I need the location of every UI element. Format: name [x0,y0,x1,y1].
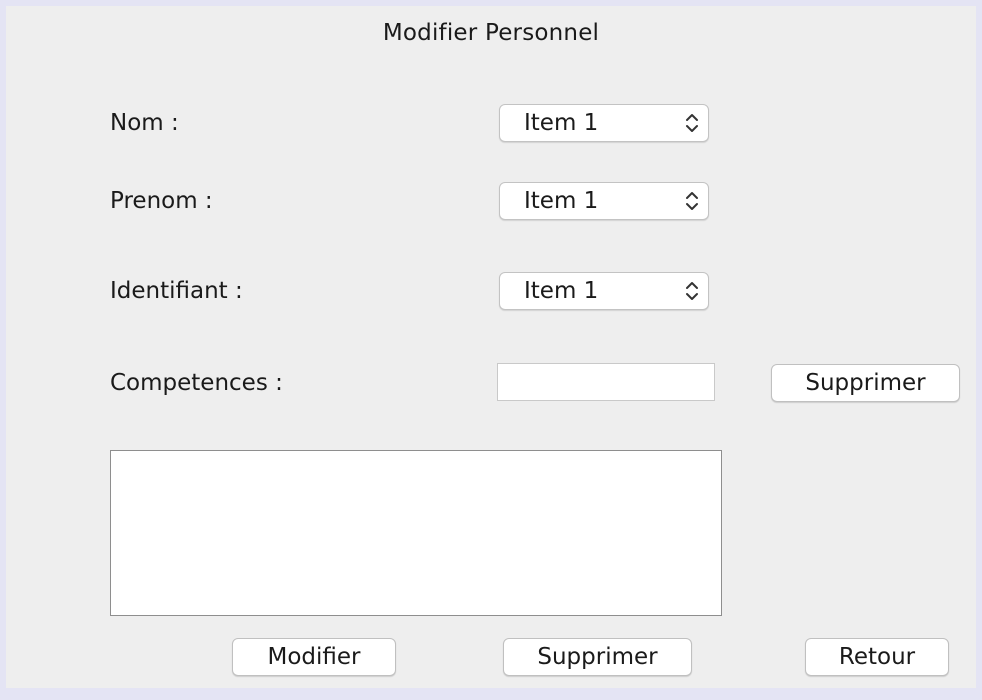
identifiant-label: Identifiant : [110,278,243,304]
up-down-chevron-icon [686,114,698,132]
competences-input[interactable] [497,363,715,401]
nom-label: Nom : [110,110,179,136]
competences-label: Competences : [110,370,283,396]
up-down-chevron-icon [686,192,698,210]
competences-delete-button[interactable]: Supprimer [771,364,960,402]
identifiant-select[interactable]: Item 1 [499,272,709,310]
modifier-personnel-window: Modifier Personnel Nom : Item 1 Prenom :… [6,6,976,688]
supprimer-button[interactable]: Supprimer [503,638,692,676]
nom-select-value: Item 1 [524,110,599,136]
identifiant-select-value: Item 1 [524,278,599,304]
window-title: Modifier Personnel [382,20,600,46]
prenom-select[interactable]: Item 1 [499,182,709,220]
up-down-chevron-icon [686,282,698,300]
modifier-button[interactable]: Modifier [232,638,396,676]
competences-list-area[interactable] [110,450,722,616]
nom-select[interactable]: Item 1 [499,104,709,142]
prenom-select-value: Item 1 [524,188,599,214]
prenom-label: Prenom : [110,188,213,214]
retour-button[interactable]: Retour [805,638,949,676]
